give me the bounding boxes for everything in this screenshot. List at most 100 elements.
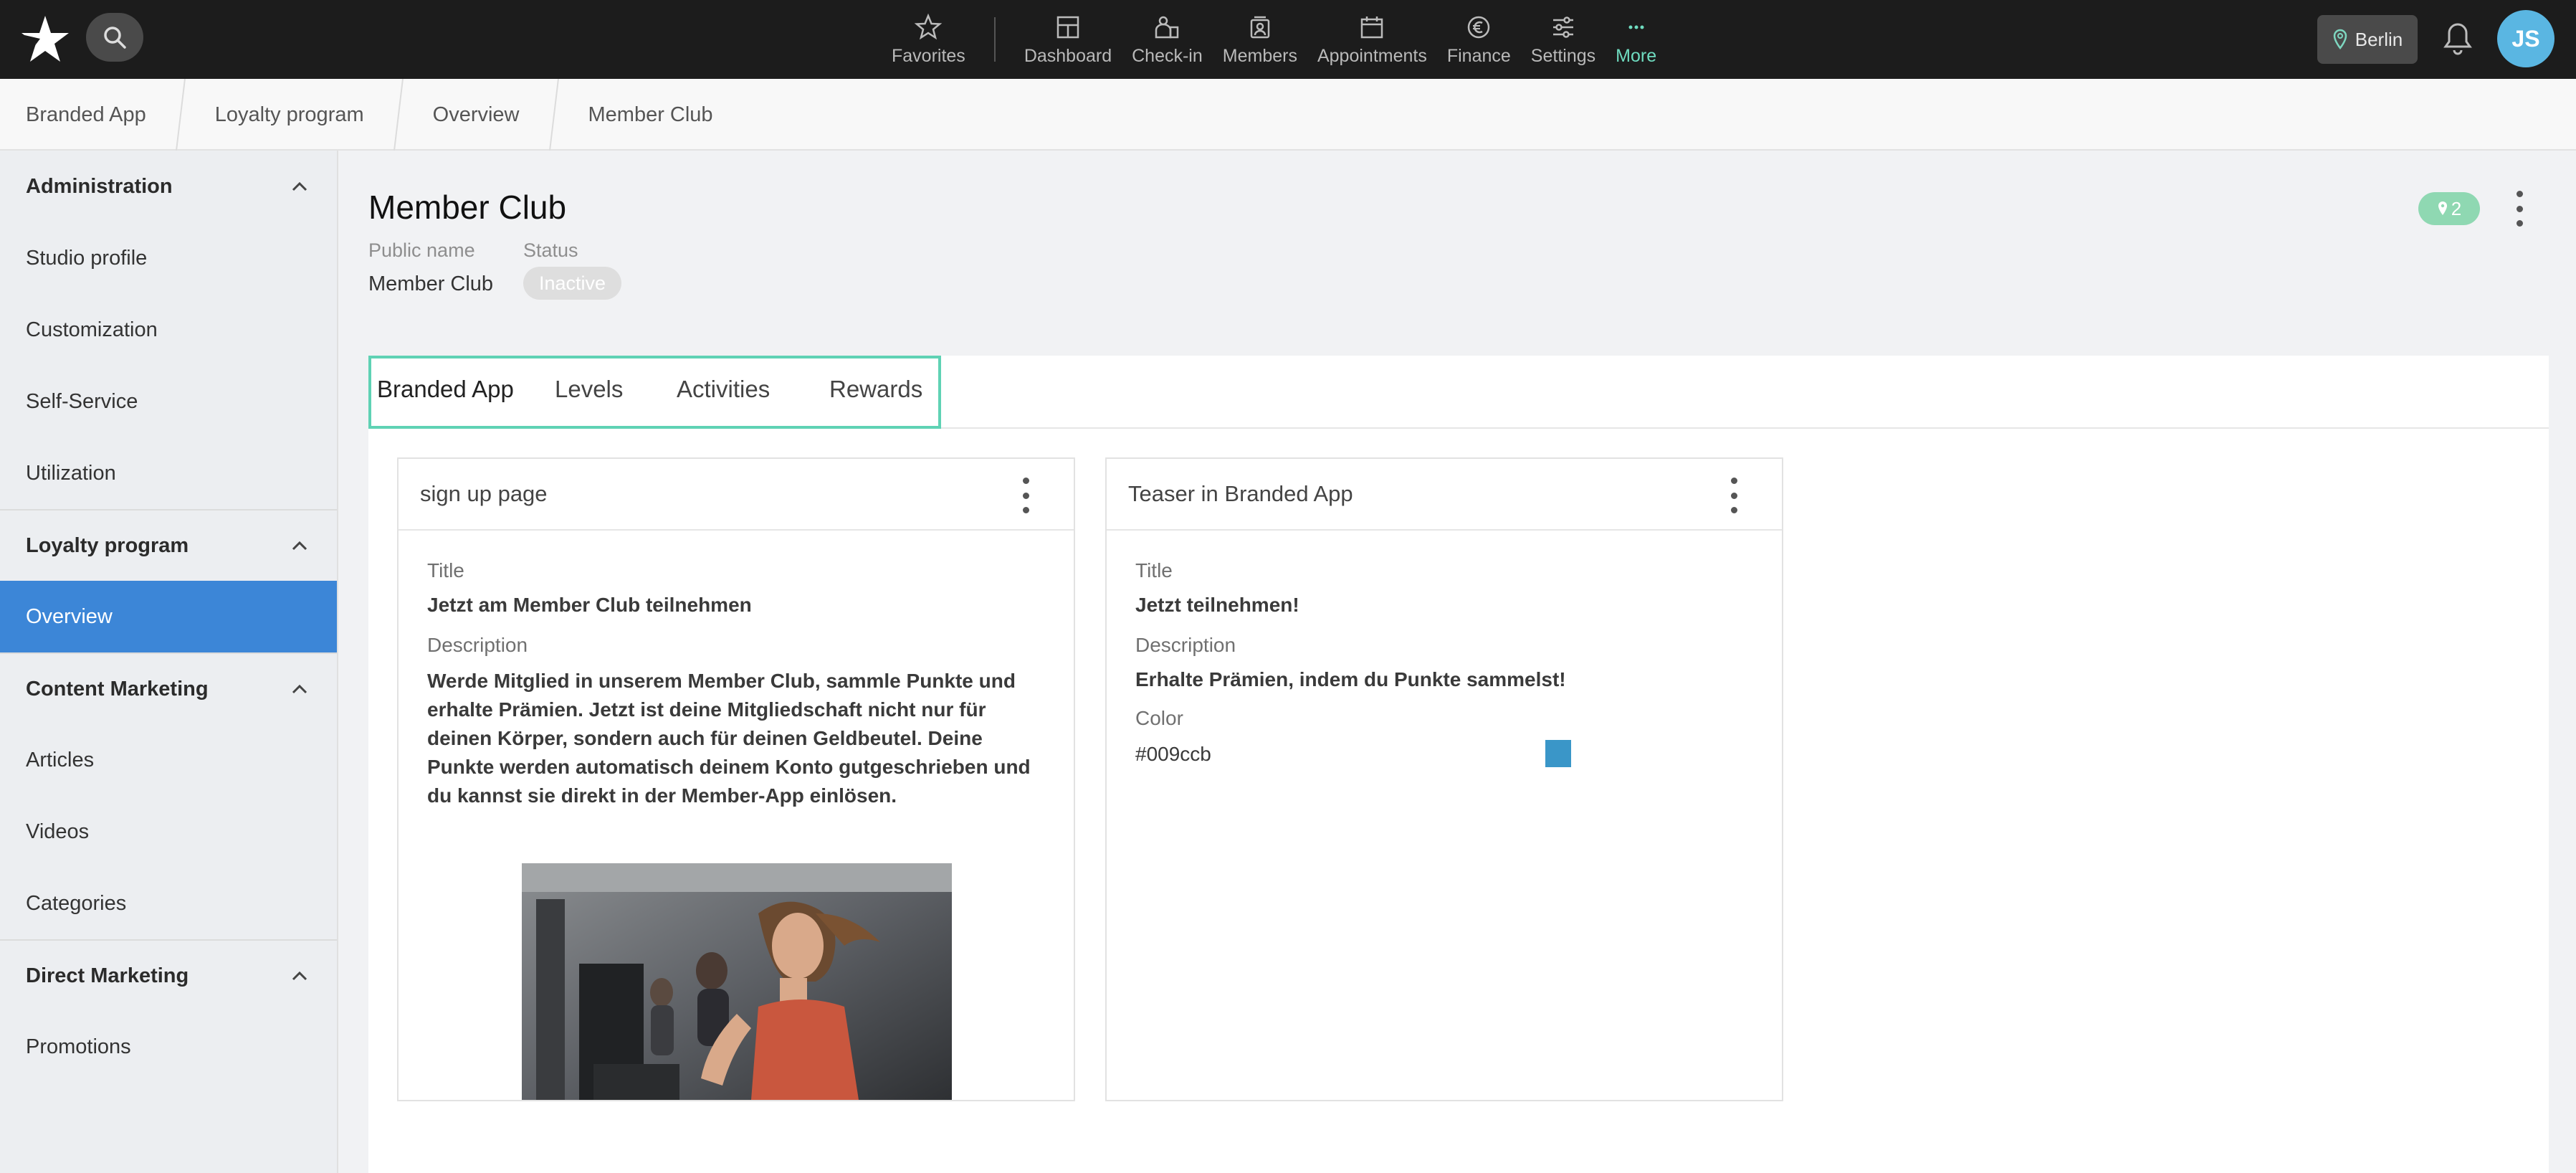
signup-page-card: sign up page Title Jetzt am Member Club … [397,457,1075,1101]
breadcrumb-separator [548,79,559,151]
nav-more[interactable]: More [1606,0,1666,79]
sidebar-item-label: Self-Service [26,389,138,413]
chevron-up-icon [292,684,307,694]
sidebar-item-customization[interactable]: Customization [0,294,337,366]
sidebar-group-label: Loyalty program [26,533,189,557]
description-value: Erhalte Prämien, indem du Punkte sammels… [1135,668,1566,690]
description-label: Description [427,634,528,656]
sidebar-group-loyalty-program[interactable]: Loyalty program [0,509,337,581]
title-label: Title [1135,559,1173,581]
sidebar-item-label: Utilization [26,461,116,485]
breadcrumb-label: Branded App [26,103,146,126]
color-swatch [1545,740,1571,767]
sidebar-item-label: Overview [26,604,113,628]
top-navigation-bar: Favorites Dashboard Check-in Members App… [0,0,2576,79]
sliders-icon [1552,16,1573,38]
breadcrumb-item[interactable]: Branded App [0,79,172,151]
sidebar-group-direct-marketing[interactable]: Direct Marketing [0,939,337,1011]
more-dots-icon [1628,25,1644,29]
card-more-options-icon[interactable] [1729,478,1739,513]
sidebar: Administration Studio profile Customizat… [0,151,338,1173]
sidebar-group-label: Content Marketing [26,677,209,701]
sidebar-item-promotions[interactable]: Promotions [0,1011,337,1083]
breadcrumb-label: Loyalty program [214,103,364,126]
breadcrumb-item[interactable]: Loyalty program [189,79,390,151]
breadcrumb-separator [393,79,404,151]
teaser-card: Teaser in Branded App Title Jetzt teilne… [1105,457,1783,1101]
page-title: Member Club [368,189,567,226]
locations-count-badge[interactable]: 2 [2418,192,2480,225]
title-value: Jetzt teilnehmen! [1135,594,1299,616]
euro-icon [1468,16,1490,38]
sidebar-item-label: Promotions [26,1035,131,1058]
sidebar-group-content-marketing[interactable]: Content Marketing [0,652,337,724]
sidebar-group-label: Administration [26,174,173,198]
description-label: Description [1135,634,1236,656]
card-more-options-icon[interactable] [1021,478,1031,513]
title-label: Title [427,559,464,581]
breadcrumb-item-current: Member Club [563,79,739,151]
search-icon [104,27,126,49]
nav-appointments[interactable]: Appointments [1307,0,1437,79]
public-name-label: Public name [368,239,475,261]
brand-logo-star-icon[interactable] [19,13,72,66]
chevron-up-icon [292,541,307,551]
check-in-icon [1155,16,1179,38]
breadcrumb-item[interactable]: Overview [407,79,545,151]
nav-check-in-label: Check-in [1132,45,1203,66]
breadcrumb: Branded App Loyalty program Overview Mem… [0,79,2576,151]
map-pin-icon [2438,201,2447,215]
sidebar-item-articles[interactable]: Articles [0,724,337,796]
chevron-up-icon [292,181,307,191]
notifications-bell-icon[interactable] [2440,20,2476,59]
sidebar-item-label: Articles [26,748,95,771]
sidebar-item-self-service[interactable]: Self-Service [0,366,337,437]
nav-members[interactable]: Members [1213,0,1307,79]
page-more-options-icon[interactable] [2514,191,2524,227]
chevron-up-icon [292,971,307,981]
card-header: Teaser in Branded App [1107,459,1782,531]
description-value: Werde Mitglied in unserem Member Club, s… [427,670,1031,807]
breadcrumb-label: Member Club [588,103,713,126]
nav-divider [993,17,996,62]
tab-rewards[interactable]: Rewards [829,376,922,403]
nav-check-in[interactable]: Check-in [1122,0,1213,79]
nav-dashboard-label: Dashboard [1024,45,1112,66]
nav-dashboard[interactable]: Dashboard [1014,0,1122,79]
sidebar-item-label: Videos [26,820,90,843]
nav-settings-label: Settings [1530,45,1596,66]
signup-image [522,863,952,1100]
status-label: Status [523,239,578,261]
nav-favorites[interactable]: Favorites [882,0,975,79]
sidebar-item-videos[interactable]: Videos [0,796,337,868]
dashboard-icon [1056,16,1079,38]
card-header: sign up page [399,459,1074,531]
location-selector[interactable]: Berlin [2317,15,2418,64]
search-button[interactable] [86,13,143,62]
tab-bar: Branded App Levels Activities Rewards [368,356,2549,429]
nav-finance-label: Finance [1446,45,1511,66]
sidebar-group-label: Direct Marketing [26,964,189,987]
tab-branded-app[interactable]: Branded App [377,376,514,403]
sidebar-item-label: Categories [26,891,127,915]
nav-finance[interactable]: Finance [1437,0,1521,79]
user-avatar[interactable]: JS [2497,10,2554,67]
nav-members-label: Members [1222,45,1297,66]
members-icon [1250,16,1270,38]
sidebar-item-studio-profile[interactable]: Studio profile [0,222,337,294]
calendar-icon [1361,16,1383,38]
breadcrumb-separator [175,79,186,151]
sidebar-group-administration[interactable]: Administration [0,151,337,222]
card-title: Teaser in Branded App [1128,481,1353,506]
breadcrumb-label: Overview [432,103,520,126]
sidebar-item-utilization[interactable]: Utilization [0,437,337,509]
map-pin-icon [2333,29,2347,50]
tab-activities[interactable]: Activities [677,376,770,403]
status-badge: Inactive [523,267,622,300]
sidebar-item-categories[interactable]: Categories [0,868,337,939]
color-value: #009ccb [1135,743,1211,765]
nav-settings[interactable]: Settings [1521,0,1606,79]
sidebar-item-overview[interactable]: Overview [0,581,337,652]
title-value: Jetzt am Member Club teilnehmen [427,594,752,616]
tab-levels[interactable]: Levels [555,376,623,403]
